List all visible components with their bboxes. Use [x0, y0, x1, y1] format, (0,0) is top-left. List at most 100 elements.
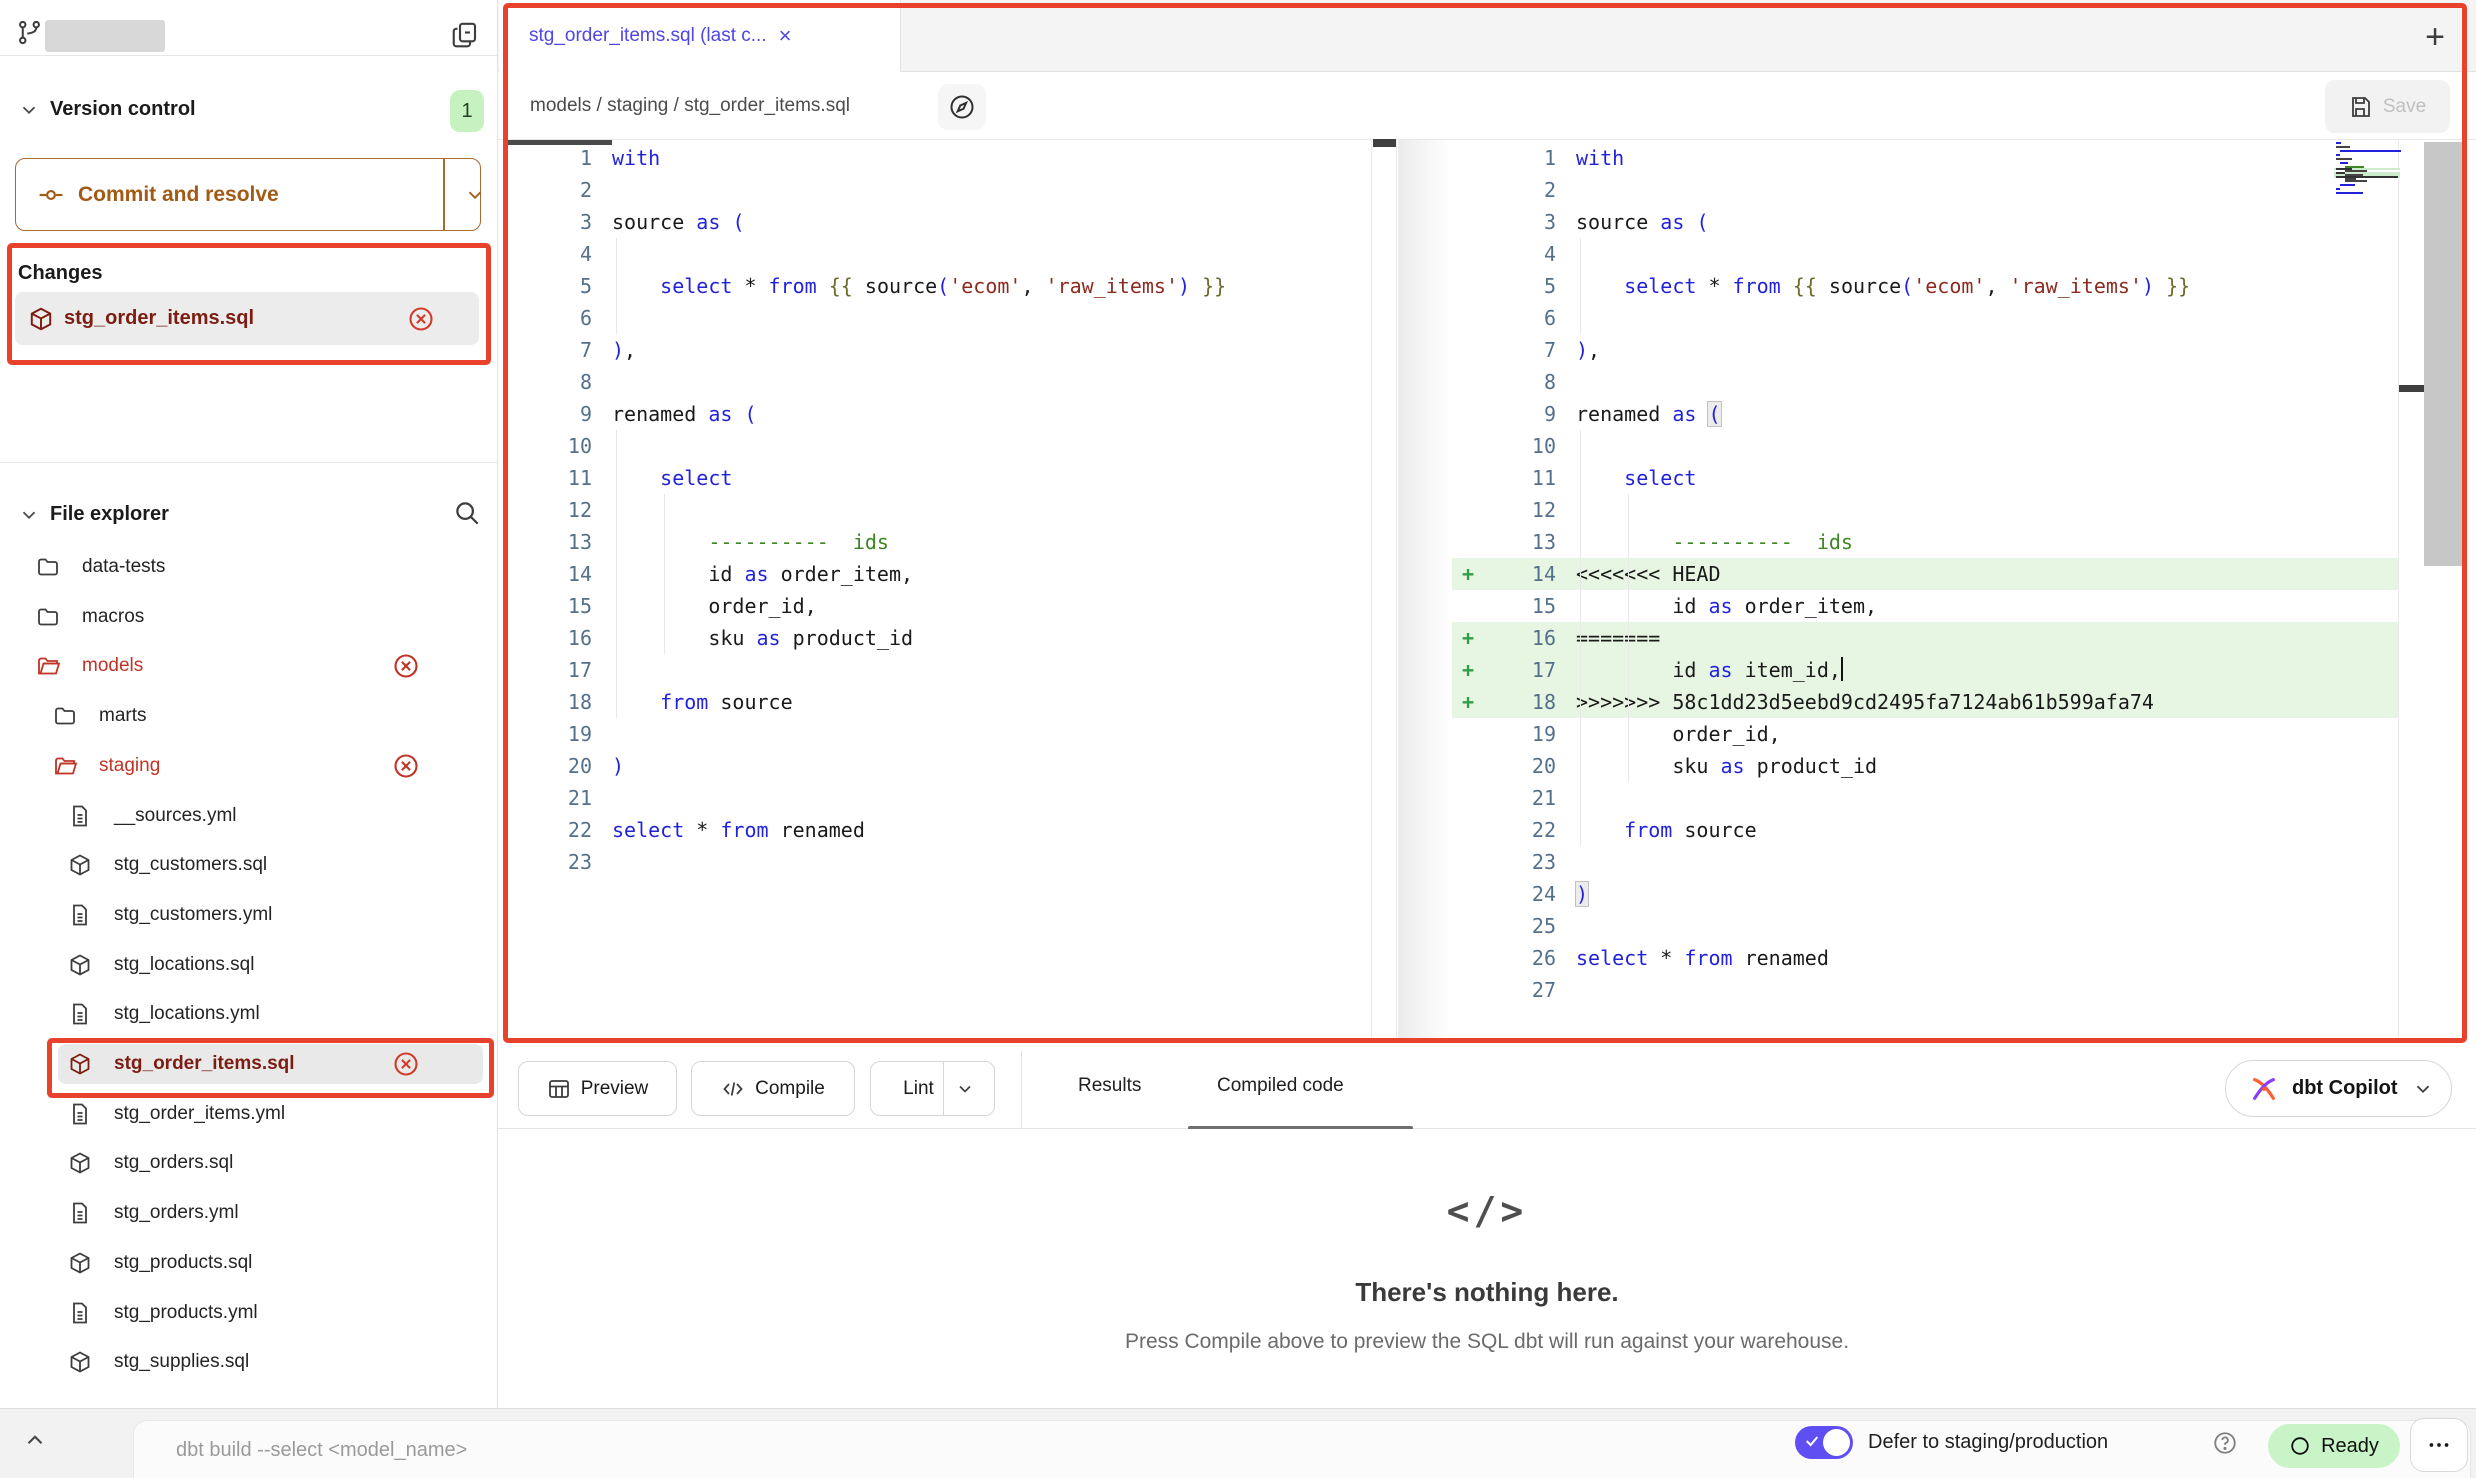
new-tab-button[interactable]: + [2412, 14, 2458, 60]
line-number: 8 [1486, 366, 1556, 398]
lint-options-chevron-icon[interactable] [955, 1079, 975, 1099]
preview-button[interactable]: Preview [518, 1061, 677, 1116]
chevron-up-icon[interactable] [22, 1427, 48, 1453]
bottom-toolbar: Preview Compile Lint Results Compiled co… [498, 1043, 2476, 1129]
left-editor-scrollbar-thumb[interactable] [1373, 139, 1396, 147]
minimap[interactable] [2334, 142, 2402, 200]
dbt-copilot-button[interactable]: dbt Copilot [2225, 1060, 2452, 1117]
lineage-compass-icon[interactable] [938, 84, 986, 130]
code-text: ---------- ids [1576, 526, 1853, 558]
discard-change-icon[interactable] [407, 305, 435, 333]
code-text: ======= [1576, 622, 1660, 654]
defer-toggle[interactable] [1795, 1426, 1853, 1459]
more-options-button[interactable] [2410, 1418, 2468, 1472]
tab-stg-order-items[interactable]: stg_order_items.sql (last c... × [499, 0, 901, 72]
toggle-knob [1823, 1429, 1850, 1456]
sidebar-item-stg-products-sql[interactable]: stg_products.sql [0, 1242, 498, 1284]
indent-guide [616, 238, 617, 334]
code-line: +16======= [1452, 622, 2398, 654]
editor-pane-merge[interactable]: 1with23source as (45 select * from {{ so… [1452, 142, 2398, 1006]
code-text: sku as product_id [612, 622, 913, 654]
sidebar-item-stg-orders-sql[interactable]: stg_orders.sql [0, 1142, 498, 1184]
lint-button[interactable]: Lint [870, 1061, 995, 1116]
line-number: 18 [512, 686, 592, 718]
sidebar-item-stg-customers-yml[interactable]: stg_customers.yml [0, 894, 498, 936]
sidebar-item-marts[interactable]: marts [0, 695, 498, 737]
version-control-title: Version control [50, 98, 196, 121]
sidebar-item-stg-supplies-sql[interactable]: stg_supplies.sql [0, 1341, 498, 1383]
code-text: select * from {{ source('ecom', 'raw_ite… [1576, 270, 2190, 302]
indent-guide [616, 430, 617, 718]
sidebar-item-staging[interactable]: staging [0, 745, 498, 787]
lint-label: Lint [903, 1078, 934, 1100]
sidebar-item-models[interactable]: models [0, 645, 498, 687]
code-text: select * from {{ source('ecom', 'raw_ite… [612, 270, 1226, 302]
copilot-chevron-icon [2412, 1078, 2434, 1100]
file-label: data-tests [82, 556, 165, 578]
code-line: 8 [1452, 366, 2398, 398]
compile-button[interactable]: Compile [691, 1061, 855, 1116]
discard-change-icon[interactable] [392, 752, 420, 780]
branch-name-redacted [45, 20, 165, 52]
chevron-down-icon[interactable] [18, 99, 40, 121]
left-editor-scrollbar[interactable] [1371, 140, 1397, 1043]
code-line: 13 ---------- ids [1452, 526, 2398, 558]
sidebar-item-macros[interactable]: macros [0, 596, 498, 638]
sidebar-item-stg-order-items-sql[interactable]: stg_order_items.sql [0, 1043, 498, 1085]
doc-icon [68, 903, 92, 927]
dbt-cloud-ide: Version control 1 Commit and resolve Cha… [0, 0, 2476, 1478]
file-label: __sources.yml [114, 805, 237, 827]
code-text: ) [612, 750, 624, 782]
file-label: models [82, 655, 143, 677]
code-line: 7), [1452, 334, 2398, 366]
code-text: ), [1576, 334, 1600, 366]
tab-results[interactable]: Results [1078, 1043, 1141, 1129]
file-label: stg_locations.yml [114, 1003, 260, 1025]
code-text: order_id, [1576, 718, 1781, 750]
compile-label: Compile [755, 1078, 825, 1100]
commit-options-chevron-icon[interactable] [454, 159, 496, 230]
sidebar-item--sources-yml[interactable]: __sources.yml [0, 795, 498, 837]
code-line: 26 select * from renamed [1452, 942, 2398, 974]
discard-change-icon[interactable] [392, 1050, 420, 1078]
code-line: 6 [503, 302, 1371, 334]
code-text: select [612, 462, 732, 494]
toolbar-divider [1021, 1051, 1022, 1129]
sidebar-item-stg-customers-sql[interactable]: stg_customers.sql [0, 844, 498, 886]
empty-state: </> There's nothing here. Press Compile … [498, 1129, 2476, 1408]
code-text: source as ( [1576, 206, 1708, 238]
file-label: stg_supplies.sql [114, 1351, 249, 1373]
discard-change-icon[interactable] [392, 652, 420, 680]
line-number: 26 [1486, 942, 1556, 974]
cube-icon [68, 1350, 92, 1374]
copy-icon[interactable] [450, 20, 480, 50]
code-line: 1with [1452, 142, 2398, 174]
sidebar-item-stg-locations-sql[interactable]: stg_locations.sql [0, 944, 498, 986]
code-text: select * from renamed [1576, 942, 1829, 974]
right-editor-scrollbar-thumb[interactable] [2424, 142, 2462, 566]
save-button[interactable]: Save [2325, 80, 2450, 133]
floppy-save-icon [2349, 95, 2373, 119]
help-icon[interactable] [2212, 1430, 2238, 1456]
line-number: 17 [1486, 654, 1556, 686]
line-number: 10 [1486, 430, 1556, 462]
sidebar-item-data-tests[interactable]: data-tests [0, 546, 498, 588]
tab-compiled-code[interactable]: Compiled code [1217, 1043, 1344, 1129]
line-number: 13 [1486, 526, 1556, 558]
sidebar-item-stg-order-items-yml[interactable]: stg_order_items.yml [0, 1093, 498, 1135]
search-icon[interactable] [452, 498, 482, 528]
diff-overview-ruler [2398, 140, 2424, 1043]
file-label: stg_order_items.sql [114, 1053, 295, 1075]
file-label: macros [82, 606, 144, 628]
commit-and-resolve-button[interactable]: Commit and resolve [15, 158, 481, 231]
sidebar-item-stg-orders-yml[interactable]: stg_orders.yml [0, 1192, 498, 1234]
command-input[interactable]: dbt build --select <model_name> [133, 1420, 2471, 1478]
code-line: 23 [1452, 846, 2398, 878]
changed-file-item[interactable]: stg_order_items.sql [15, 292, 479, 345]
tab-close-icon[interactable]: × [779, 23, 792, 49]
sidebar-item-stg-locations-yml[interactable]: stg_locations.yml [0, 993, 498, 1035]
breadcrumb: models / staging / stg_order_items.sql [530, 72, 850, 140]
chevron-down-icon[interactable] [18, 504, 40, 526]
sidebar-item-stg-products-yml[interactable]: stg_products.yml [0, 1292, 498, 1334]
editor-pane-original[interactable]: 1with23source as (45 select * from {{ so… [503, 142, 1371, 878]
